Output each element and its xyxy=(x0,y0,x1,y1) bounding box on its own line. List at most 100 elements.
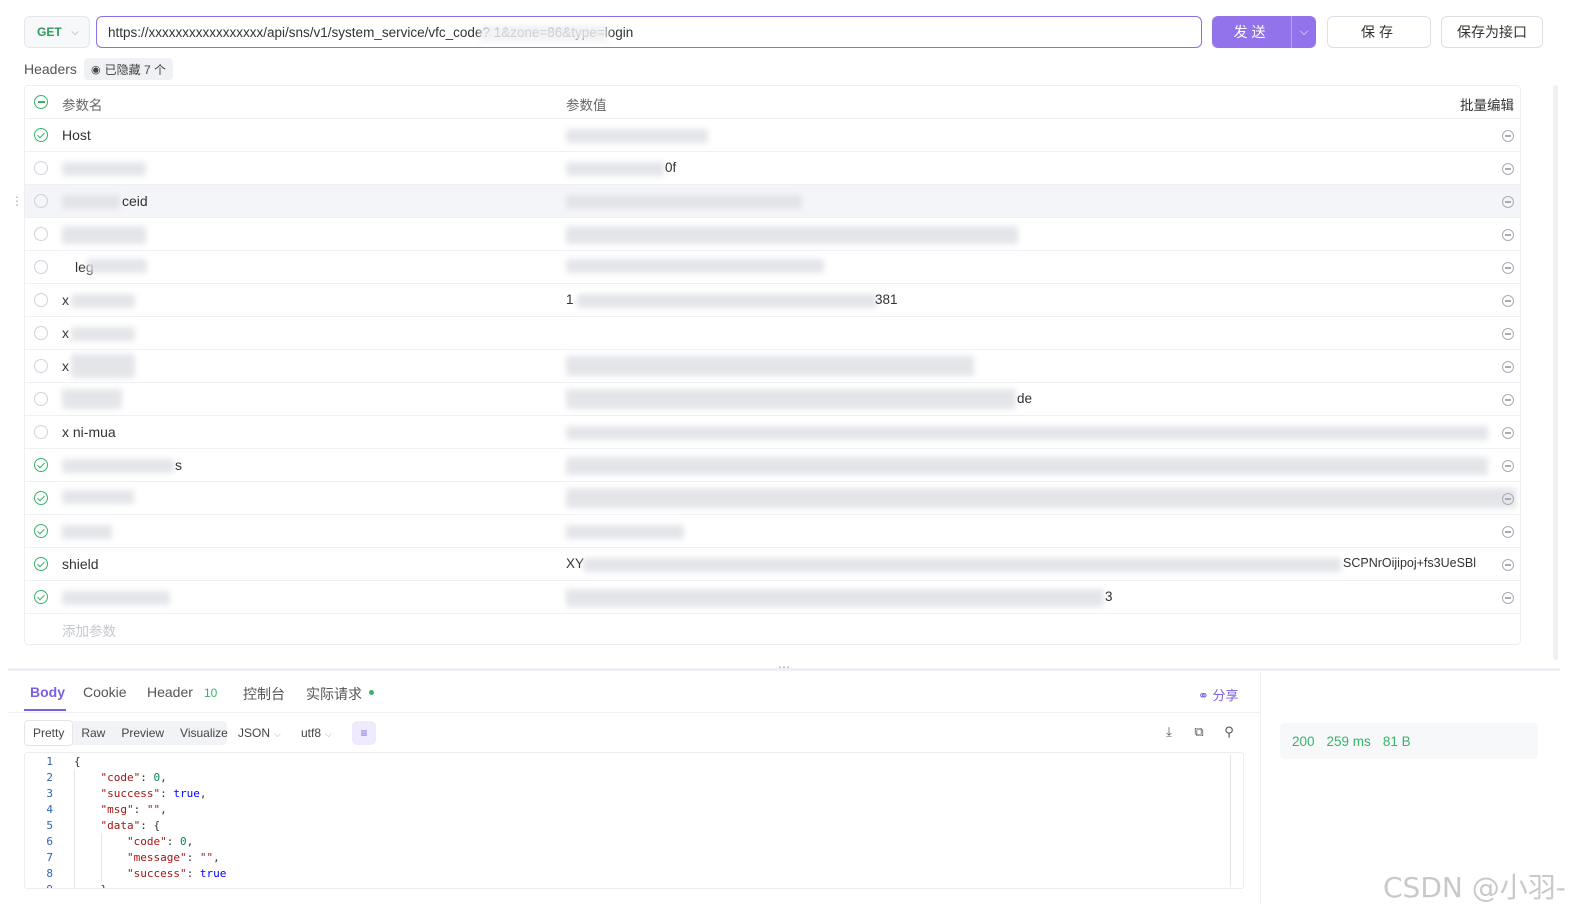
delete-row-icon[interactable] xyxy=(1502,295,1514,307)
param-value-tail: SCPNrOijipoj+fs3UeSBl xyxy=(1343,556,1477,570)
send-options-chevron-icon[interactable]: ⌵ xyxy=(1291,16,1316,48)
share-button[interactable]: ⚭ 分享 xyxy=(1198,685,1239,704)
save-as-endpoint-button[interactable]: 保存为接口 xyxy=(1441,16,1543,48)
chevron-down-icon: ⌵ xyxy=(325,729,332,739)
delete-row-icon[interactable] xyxy=(1502,559,1514,571)
response-status-bar: 200 259 ms 81 B xyxy=(1280,723,1538,759)
delete-row-icon[interactable] xyxy=(1502,592,1514,604)
table-row: de xyxy=(25,383,1520,416)
copy-icon[interactable]: ⧉ xyxy=(1191,724,1207,740)
format-pretty[interactable]: Pretty xyxy=(24,720,74,746)
row-checkbox[interactable] xyxy=(34,557,48,571)
table-header-row: 参数名 参数值 批量编辑 xyxy=(25,86,1520,119)
line-number: 9 xyxy=(25,882,53,888)
delete-row-icon[interactable] xyxy=(1502,361,1514,373)
line-number: 6 xyxy=(46,835,53,848)
row-checkbox[interactable] xyxy=(34,359,48,373)
delete-row-icon[interactable] xyxy=(1502,427,1514,439)
row-checkbox[interactable] xyxy=(34,425,48,439)
editor-scrollbar[interactable] xyxy=(1230,754,1231,887)
download-icon[interactable]: ⤓ xyxy=(1161,724,1177,740)
select-all-checkbox[interactable] xyxy=(34,95,48,109)
search-icon[interactable]: ⚲ xyxy=(1221,724,1237,740)
row-checkbox[interactable] xyxy=(34,491,48,505)
delete-row-icon[interactable] xyxy=(1502,460,1514,472)
url-input[interactable]: https://xxxxxxxxxxxxxxxxx/api/sns/v1/sys… xyxy=(96,16,1202,48)
param-name[interactable]: x xyxy=(62,325,69,341)
table-row xyxy=(25,218,1520,251)
row-checkbox[interactable] xyxy=(34,293,48,307)
delete-row-icon[interactable] xyxy=(1502,130,1514,142)
format-raw[interactable]: Raw xyxy=(73,721,113,745)
table-row xyxy=(25,515,1520,548)
line-number: 2 xyxy=(46,771,53,784)
line-number: 4 xyxy=(46,803,53,816)
line-number: 5 xyxy=(46,819,53,832)
row-checkbox[interactable] xyxy=(34,524,48,538)
param-name[interactable]: shield xyxy=(62,556,99,572)
status-code: 200 xyxy=(1292,733,1315,749)
watermark: CSDN @小羽- xyxy=(1383,871,1566,904)
send-button[interactable]: 发送 xyxy=(1212,16,1291,48)
param-value[interactable]: XY xyxy=(566,556,584,571)
param-name[interactable]: x xyxy=(62,292,69,308)
delete-row-icon[interactable] xyxy=(1502,328,1514,340)
tab-cookie[interactable]: Cookie xyxy=(83,684,127,700)
table-row: Host xyxy=(25,119,1520,152)
param-name[interactable]: s xyxy=(175,457,182,473)
param-value[interactable]: 1 xyxy=(566,292,574,307)
save-button[interactable]: 保存 xyxy=(1327,16,1431,48)
splitter-grip-icon[interactable]: ⋯ xyxy=(778,660,791,674)
param-value[interactable]: 0f xyxy=(665,160,676,175)
encoding-select[interactable]: utf8 ⌵ xyxy=(301,726,332,740)
row-checkbox[interactable] xyxy=(34,590,48,604)
bulk-edit-link[interactable]: 批量编辑 xyxy=(1460,94,1514,114)
tab-console[interactable]: 控制台 xyxy=(243,684,285,704)
row-checkbox[interactable] xyxy=(34,458,48,472)
delete-row-icon[interactable] xyxy=(1502,262,1514,274)
table-row: ceid xyxy=(25,185,1520,218)
add-param-input[interactable]: 添加参数 xyxy=(62,620,116,640)
header-count-badge: 10 xyxy=(204,686,218,700)
send-button-group[interactable]: 发送 ⌵ xyxy=(1212,16,1316,48)
row-checkbox[interactable] xyxy=(34,161,48,175)
word-wrap-icon[interactable]: ≡ xyxy=(352,721,376,745)
tab-header[interactable]: Header xyxy=(147,684,193,700)
line-number: 3 xyxy=(46,787,53,800)
param-name[interactable]: ceid xyxy=(122,193,148,209)
delete-row-icon[interactable] xyxy=(1502,229,1514,241)
param-name[interactable]: x xyxy=(62,358,69,374)
row-checkbox[interactable] xyxy=(34,227,48,241)
column-header-value: 参数值 xyxy=(566,98,607,113)
headers-tab[interactable]: Headers xyxy=(24,61,77,77)
row-checkbox[interactable] xyxy=(34,128,48,142)
format-visualize[interactable]: Visualize xyxy=(172,721,236,745)
method-select[interactable]: GET ⌵ xyxy=(24,16,90,48)
active-tab-underline xyxy=(24,709,66,711)
param-value[interactable]: de xyxy=(1017,391,1032,406)
delete-row-icon[interactable] xyxy=(1502,526,1514,538)
hidden-headers-badge[interactable]: ◉ 已隐藏 7 个 xyxy=(84,58,173,80)
row-checkbox[interactable] xyxy=(34,326,48,340)
response-body-editor[interactable]: 1{ 2 "code": 0, 3 "success": true, 4 "ms… xyxy=(24,752,1244,889)
line-number: 7 xyxy=(46,851,53,864)
param-name[interactable]: Host xyxy=(62,127,91,143)
vertical-scrollbar[interactable] xyxy=(1553,85,1558,660)
table-row: s xyxy=(25,449,1520,482)
eye-icon: ◉ xyxy=(91,63,101,76)
tab-body[interactable]: Body xyxy=(30,684,65,700)
table-row: leg xyxy=(25,251,1520,284)
delete-row-icon[interactable] xyxy=(1502,196,1514,208)
type-select[interactable]: JSON ⌵ xyxy=(238,726,281,740)
status-dot-icon xyxy=(369,690,374,695)
param-name[interactable]: x ni-mua xyxy=(62,424,116,440)
row-checkbox[interactable] xyxy=(34,194,48,208)
delete-row-icon[interactable] xyxy=(1502,493,1514,505)
format-preview[interactable]: Preview xyxy=(113,721,172,745)
delete-row-icon[interactable] xyxy=(1502,394,1514,406)
delete-row-icon[interactable] xyxy=(1502,163,1514,175)
row-checkbox[interactable] xyxy=(34,260,48,274)
row-checkbox[interactable] xyxy=(34,392,48,406)
param-value[interactable]: 3 xyxy=(1105,589,1113,604)
tab-actual-request[interactable]: 实际请求 xyxy=(306,684,362,704)
